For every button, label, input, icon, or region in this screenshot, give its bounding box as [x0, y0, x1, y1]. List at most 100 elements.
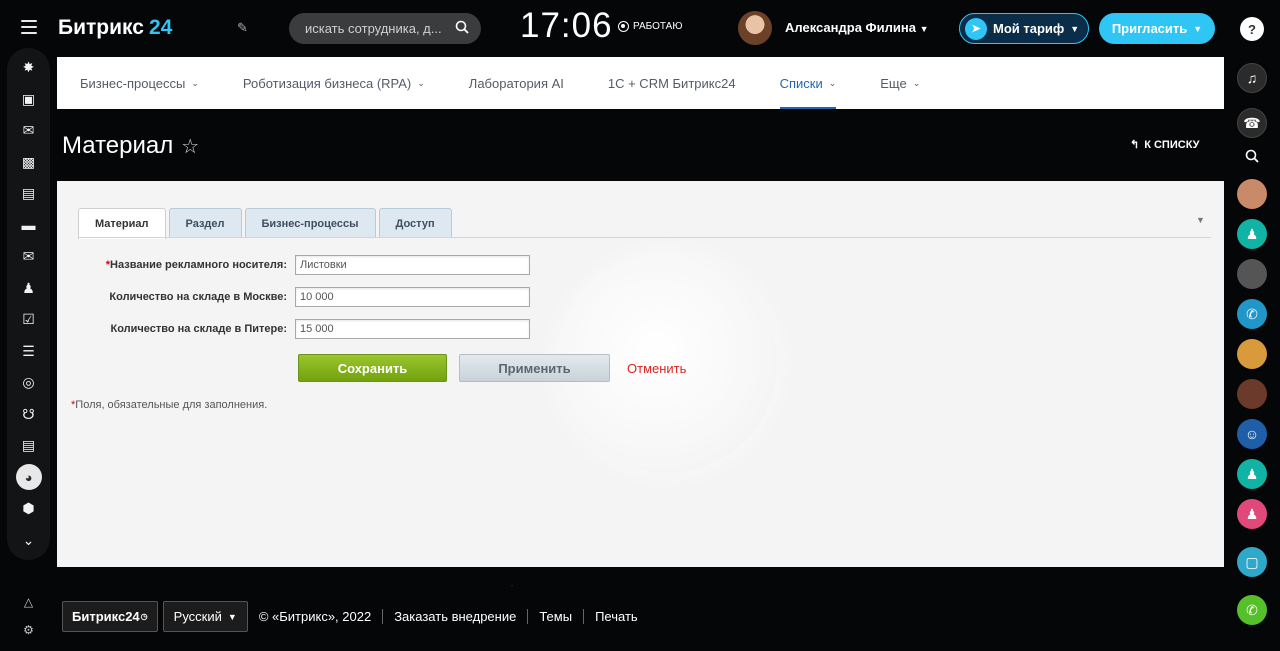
target-icon[interactable]: ◎: [7, 367, 50, 399]
checklist-icon[interactable]: ☑: [7, 304, 50, 336]
search-icon[interactable]: [455, 20, 469, 37]
clock[interactable]: 17:06: [520, 6, 613, 46]
chevron-down-icon: ▼: [1070, 23, 1080, 34]
group-icon[interactable]: ♟: [7, 273, 50, 305]
footer-logo[interactable]: Битрикс24 ◷: [62, 601, 158, 632]
nav-label: Бизнес-процессы: [80, 75, 186, 91]
nav-label: Роботизация бизнеса (RPA): [242, 75, 412, 91]
sitemap-icon[interactable]: △: [24, 595, 33, 609]
nav-item-rpa[interactable]: Роботизация бизнеса (RPA) ⌄: [243, 57, 425, 109]
contact-avatar[interactable]: [1237, 259, 1267, 289]
search-placeholder: искать сотрудника, д...: [305, 21, 442, 36]
media-name-input[interactable]: [295, 255, 530, 275]
page-title-text: Материал: [62, 132, 174, 159]
help-icon[interactable]: ?: [1240, 17, 1264, 41]
messenger-icon[interactable]: ☎: [1237, 108, 1267, 138]
back-to-list-link[interactable]: ↰ К СПИСКУ: [1130, 138, 1200, 152]
search-input[interactable]: искать сотрудника, д...: [289, 13, 481, 44]
group-chat-icon[interactable]: ♟: [1237, 459, 1267, 489]
stream-icon[interactable]: ✸: [7, 52, 50, 84]
invite-button[interactable]: Пригласить ▼: [1099, 13, 1215, 44]
clock-icon: ◷: [140, 612, 148, 621]
group-chat-icon[interactable]: ♟: [1237, 499, 1267, 529]
nav-item-business-processes[interactable]: Бизнес-процессы ⌄: [80, 57, 199, 109]
language-label: Русский: [173, 609, 222, 624]
footer-logo-text: Битрикс24: [72, 609, 140, 624]
collapse-arrow-icon[interactable]: ▼: [1196, 215, 1205, 225]
save-button[interactable]: Сохранить: [298, 354, 447, 382]
tariff-label: Мой тариф: [993, 21, 1065, 36]
settings-gear-icon[interactable]: ⚙: [23, 623, 34, 637]
contact-avatar[interactable]: [1237, 179, 1267, 209]
tab-business-processes[interactable]: Бизнес-процессы: [244, 208, 376, 238]
apply-button[interactable]: Применить: [459, 354, 610, 382]
bitrix-logo[interactable]: Битрикс 24: [58, 16, 172, 40]
filter-icon[interactable]: ☰: [7, 336, 50, 368]
nav-item-ai-lab[interactable]: Лаборатория AI: [469, 57, 564, 109]
contact-avatar[interactable]: [1237, 379, 1267, 409]
tariff-button[interactable]: ➤ Мой тариф ▼: [959, 13, 1089, 44]
open-channel-icon[interactable]: ☺: [1237, 419, 1267, 449]
chevron-down-icon: ⌄: [828, 77, 837, 88]
edit-pencil-icon[interactable]: ✎: [237, 20, 248, 36]
header: Битрикс 24 ✎ искать сотрудника, д... 17:0…: [57, 0, 1224, 57]
copyright: © «Битрикс», 2022: [258, 609, 372, 624]
footer-link-themes[interactable]: Темы: [527, 609, 583, 624]
app-icon[interactable]: ▢: [1237, 547, 1267, 577]
work-status[interactable]: РАБОТАЮ: [618, 21, 682, 32]
user-avatar[interactable]: [738, 11, 772, 45]
more-icon[interactable]: ⌄: [7, 525, 50, 557]
search-icon[interactable]: [1242, 146, 1262, 166]
robot-icon[interactable]: ◕: [7, 462, 50, 494]
tabs: Материал Раздел Бизнес-процессы Доступ: [78, 208, 452, 239]
contact-card-icon[interactable]: ▤: [7, 430, 50, 462]
language-select[interactable]: Русский ▼: [162, 601, 248, 632]
record-icon: [618, 21, 629, 32]
nav-item-lists[interactable]: Списки ⌄: [779, 57, 837, 109]
cancel-link[interactable]: Отменить: [627, 361, 686, 376]
left-sidebar: ✸ ▣ ✉ ▩ ▤ ▬ ✉ ♟ ☑ ☰ ◎ ☋ ▤ ◕ ⬢ ⌄ △ ⚙: [0, 0, 57, 651]
calendar-icon[interactable]: ▩: [7, 147, 50, 179]
stock-moscow-input[interactable]: [295, 287, 530, 307]
nav-label: Лаборатория AI: [468, 75, 564, 91]
chat-icon[interactable]: ✉: [7, 115, 50, 147]
nav-label: Списки: [779, 75, 823, 91]
chevron-down-icon: ▼: [1193, 23, 1203, 34]
tab-material[interactable]: Материал: [78, 208, 166, 239]
drive-icon[interactable]: ▬: [7, 210, 50, 242]
contact-avatar[interactable]: [1237, 339, 1267, 369]
group-chat-icon[interactable]: ♟: [1237, 219, 1267, 249]
cart-icon[interactable]: ☋: [7, 399, 50, 431]
tabs-divider: [78, 237, 1211, 238]
stock-piter-input[interactable]: [295, 319, 530, 339]
nav-label: Еще: [880, 75, 907, 91]
form-row-stock-piter: Количество на складе в Питере:: [57, 319, 537, 339]
nav-item-more[interactable]: Еще ⌄: [880, 57, 920, 109]
right-sidebar: ? ♫ ☎ ♟ ✆ ☺ ♟ ♟ ▢ ✆: [1224, 0, 1280, 651]
field-label: *Название рекламного носителя:: [57, 259, 295, 271]
nav-item-1c-crm[interactable]: 1С + CRM Битрикс24: [608, 57, 736, 109]
tab-access[interactable]: Доступ: [378, 208, 452, 238]
menu-burger-icon[interactable]: [20, 20, 37, 34]
field-label: Количество на складе в Москве:: [109, 291, 287, 303]
required-note: *Поля, обязательные для заполнения.: [71, 399, 267, 411]
star-icon[interactable]: ☆: [181, 134, 199, 159]
tasks-icon[interactable]: ▣: [7, 84, 50, 116]
chevron-down-icon: ⌄: [417, 77, 425, 88]
box-icon[interactable]: ⬢: [7, 493, 50, 525]
footer-link-print[interactable]: Печать: [583, 609, 649, 624]
top-navigation: Бизнес-процессы ⌄ Роботизация бизнеса (RP…: [57, 57, 1224, 109]
tab-section[interactable]: Раздел: [168, 208, 242, 238]
phone-icon[interactable]: ✆: [1237, 595, 1267, 625]
notifications-bell-icon[interactable]: ♫: [1237, 63, 1267, 93]
mail-icon[interactable]: ✉: [7, 241, 50, 273]
document-icon[interactable]: ▤: [7, 178, 50, 210]
chevron-down-icon: ▼: [227, 611, 237, 622]
work-status-label: РАБОТАЮ: [633, 21, 683, 32]
phone-call-icon[interactable]: ✆: [1237, 299, 1267, 329]
nav-label: 1С + CRM Битрикс24: [607, 75, 736, 91]
footer-link-order[interactable]: Заказать внедрение: [382, 609, 527, 624]
chevron-down-icon: ⌄: [912, 77, 921, 88]
page-title: Материал ☆: [62, 132, 199, 160]
user-menu[interactable]: Александра Филина ▼: [785, 20, 929, 35]
